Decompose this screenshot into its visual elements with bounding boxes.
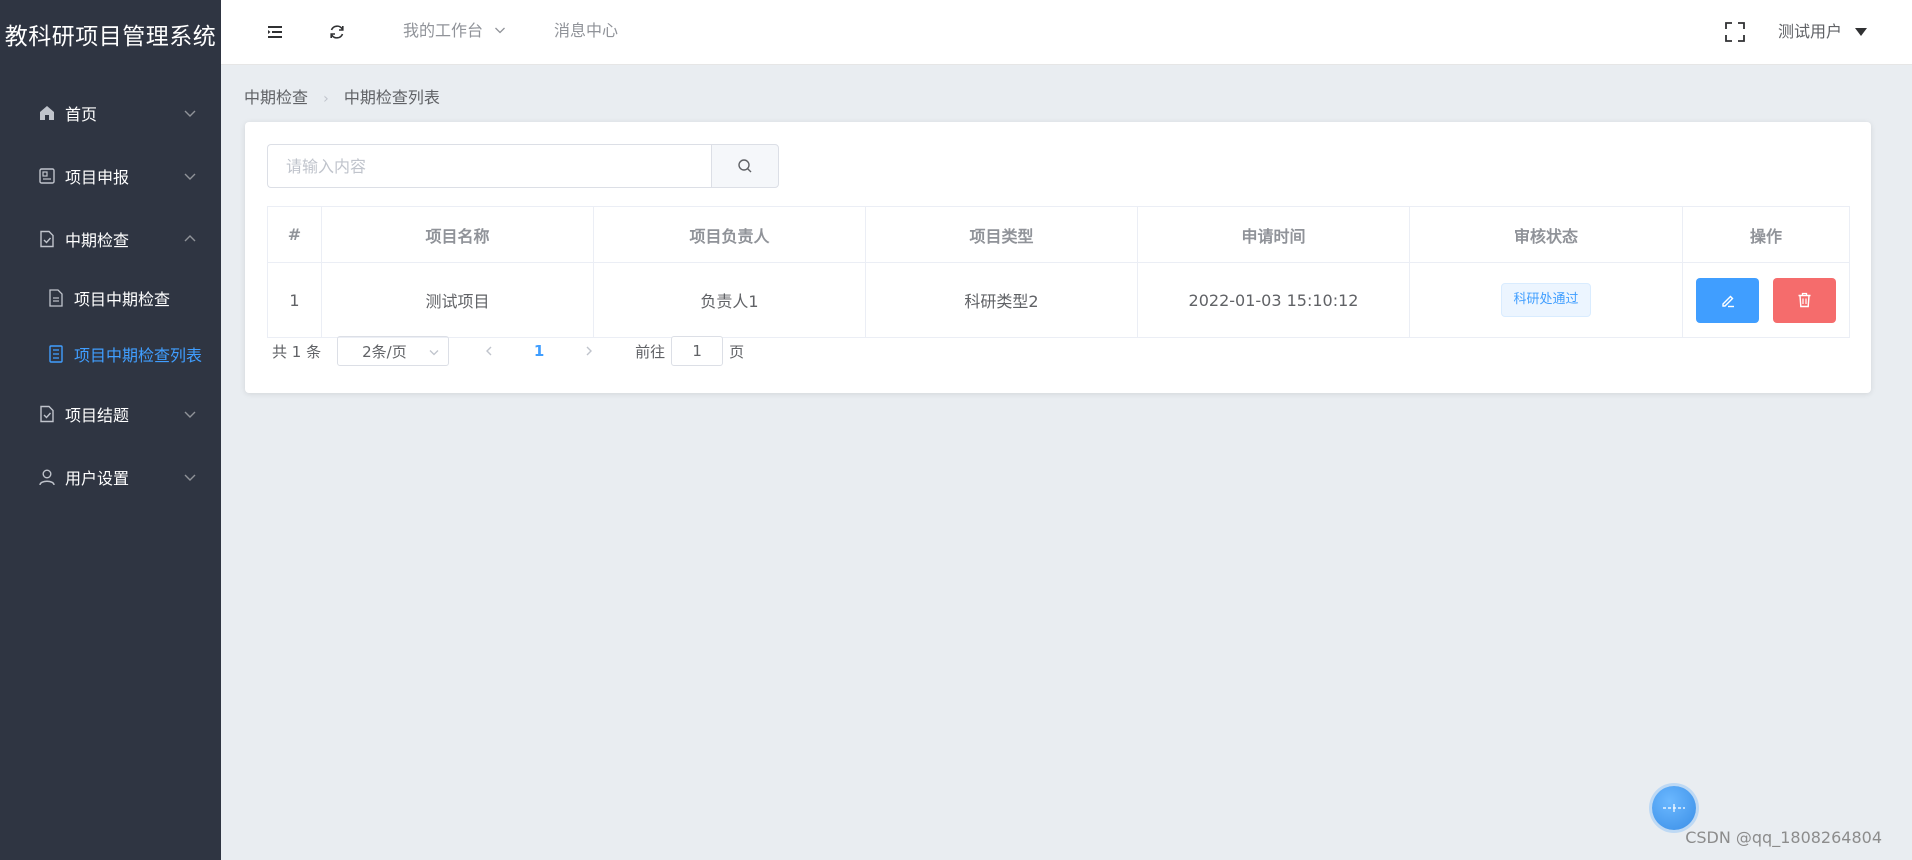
content-card: # 项目名称 项目负责人 项目类型 申请时间 审核状态 操作 1 测试项目 负责… [245, 122, 1871, 393]
app-title: 教科研项目管理系统 [4, 24, 217, 50]
chevron-down-icon [495, 27, 506, 34]
caret-down-icon[interactable] [1854, 26, 1868, 38]
breadcrumb-separator-icon: › [323, 91, 329, 107]
cell-leader: 负责人1 [593, 262, 866, 338]
table-header-row: # 项目名称 项目负责人 项目类型 申请时间 审核状态 操作 [267, 206, 1850, 263]
project-table: # 项目名称 项目负责人 项目类型 申请时间 审核状态 操作 1 测试项目 负责… [267, 206, 1850, 338]
sidebar-item-label: 项目申报 [65, 167, 130, 187]
goto-page-input[interactable] [671, 336, 724, 366]
floating-assistant-button[interactable] [1652, 786, 1696, 830]
sidebar: 教科研项目管理系统 首页 项目申报 中期检查 项目中期检查 项目中期检查列表 项… [0, 0, 221, 860]
prev-page-button[interactable] [471, 336, 507, 366]
column-header-leader: 项目负责人 [593, 206, 866, 263]
sidebar-item-project-closing[interactable]: 项目结题 [0, 382, 221, 445]
chevron-down-icon [184, 474, 196, 481]
sidebar-item-label: 首页 [65, 104, 98, 124]
nav-workbench-label: 我的工作台 [403, 21, 484, 40]
next-page-button[interactable] [571, 336, 607, 366]
chevron-down-icon [184, 411, 196, 418]
edit-icon [1722, 295, 1734, 308]
cell-time: 2022-01-03 15:10:12 [1137, 262, 1410, 338]
goto-label: 前往 [635, 342, 666, 361]
chevron-right-icon [586, 346, 593, 356]
chevron-left-icon [486, 346, 492, 356]
page-size-value: 2条/页 [362, 342, 407, 361]
column-header-actions: 操作 [1682, 206, 1850, 263]
delete-button[interactable] [1772, 277, 1836, 323]
breadcrumb-current: 中期检查列表 [343, 88, 440, 107]
chevron-down-icon [184, 110, 196, 117]
sidebar-item-user-settings[interactable]: 用户设置 [0, 445, 221, 508]
refresh-button[interactable] [323, 18, 351, 46]
sidebar-item-label: 用户设置 [65, 468, 130, 488]
sidebar-item-label: 中期检查 [65, 230, 130, 250]
pagination: 共 1 条 2条/页 1 前往 页 [272, 336, 744, 366]
breadcrumb: 中期检查 › 中期检查列表 [244, 84, 440, 108]
document-checked-icon [37, 404, 57, 424]
column-header-index: # [267, 206, 322, 263]
sidebar-subitem-midterm-check[interactable]: 项目中期检查 [0, 270, 221, 326]
collapse-menu-button[interactable] [261, 18, 289, 46]
page-size-select[interactable]: 2条/页 [337, 336, 450, 366]
table-row: 1 测试项目 负责人1 科研类型2 2022-01-03 15:10:12 科研… [267, 262, 1850, 338]
cell-index: 1 [267, 262, 322, 338]
user-name[interactable]: 测试用户 [1778, 0, 1842, 64]
assistant-icon [1663, 804, 1685, 812]
user-icon [37, 467, 57, 487]
home-icon [37, 103, 57, 123]
breadcrumb-parent[interactable]: 中期检查 [244, 88, 308, 107]
sidebar-item-midterm-check[interactable]: 中期检查 [0, 207, 221, 270]
status-badge: 科研处通过 [1501, 283, 1591, 317]
cell-name: 测试项目 [321, 262, 594, 338]
edit-button[interactable] [1696, 277, 1760, 323]
pagination-total: 共 1 条 [272, 342, 322, 361]
trash-icon [1798, 292, 1811, 308]
cell-actions [1682, 262, 1850, 338]
document-icon [46, 288, 66, 308]
nav-messages-label: 消息中心 [554, 21, 619, 40]
top-bar: 我的工作台 消息中心 测试用户 [221, 0, 1912, 65]
sidebar-subitem-midterm-check-list[interactable]: 项目中期检查列表 [0, 326, 221, 382]
notebook-icon [46, 344, 66, 364]
page-number[interactable]: 1 [521, 342, 557, 360]
nav-messages[interactable]: 消息中心 [554, 0, 618, 63]
chevron-down-icon [429, 350, 439, 356]
refresh-icon [330, 25, 344, 39]
chevron-down-icon [184, 173, 196, 180]
form-icon [37, 166, 57, 186]
chevron-up-icon [184, 234, 196, 241]
sidebar-menu: 首页 项目申报 中期检查 项目中期检查 项目中期检查列表 项目结题 用户设置 [0, 81, 221, 508]
search-button[interactable] [711, 144, 779, 188]
search-icon [738, 159, 752, 173]
fullscreen-icon [1725, 22, 1745, 42]
sidebar-item-label: 项目结题 [65, 405, 130, 425]
goto-suffix: 页 [729, 342, 745, 361]
sidebar-item-label: 项目中期检查 [74, 290, 171, 309]
fullscreen-button[interactable] [1721, 18, 1749, 46]
menu-fold-icon [268, 26, 282, 38]
cell-status: 科研处通过 [1409, 262, 1683, 338]
column-header-time: 申请时间 [1137, 206, 1410, 263]
sidebar-item-project-apply[interactable]: 项目申报 [0, 144, 221, 207]
column-header-name: 项目名称 [321, 206, 594, 263]
search-input[interactable] [267, 144, 711, 188]
document-checked-icon [37, 229, 57, 249]
sidebar-item-label: 项目中期检查列表 [74, 346, 203, 365]
search-box [267, 144, 779, 188]
cell-type: 科研类型2 [865, 262, 1138, 338]
sidebar-item-home[interactable]: 首页 [0, 81, 221, 144]
column-header-type: 项目类型 [865, 206, 1138, 263]
nav-workbench[interactable]: 我的工作台 [403, 0, 506, 63]
column-header-status: 审核状态 [1409, 206, 1683, 263]
watermark: CSDN @qq_1808264804 [1685, 828, 1882, 847]
